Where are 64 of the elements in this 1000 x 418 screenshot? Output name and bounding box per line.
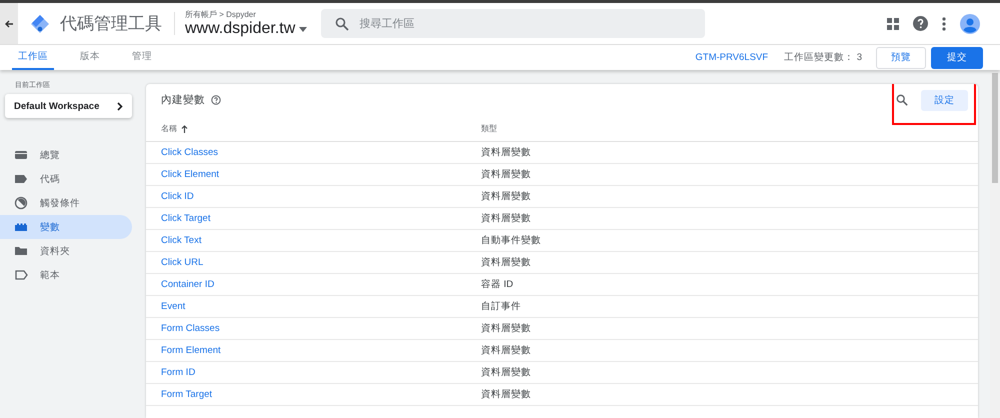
- nav-item[interactable]: 資料夾: [0, 239, 132, 263]
- product-name: 代碼管理工具: [60, 12, 175, 35]
- avatar-icon[interactable]: [960, 14, 980, 34]
- column-header[interactable]: 名稱: [161, 123, 188, 134]
- variable-link[interactable]: Click ID: [161, 191, 194, 202]
- tag-icon: [14, 172, 28, 186]
- workspace-selector[interactable]: Default Workspace: [5, 94, 132, 118]
- breadcrumb: 所有帳戶 > Dspyder: [185, 9, 257, 20]
- column-header: 類型: [481, 124, 497, 133]
- search-icon[interactable]: [896, 94, 908, 106]
- back-button[interactable]: [0, 3, 18, 44]
- caret-icon: [299, 26, 308, 32]
- preview-button[interactable]: 預覽: [876, 46, 926, 68]
- help-icon[interactable]: [913, 16, 928, 31]
- variable-link[interactable]: Click Target: [161, 213, 210, 224]
- variable-link[interactable]: Form Element: [161, 345, 221, 356]
- folder-icon: [14, 244, 28, 258]
- variable-link[interactable]: Click URL: [161, 257, 204, 268]
- search-field[interactable]: 搜尋工作區: [321, 9, 706, 38]
- variable-link[interactable]: Event: [161, 301, 186, 312]
- target-icon: [14, 196, 28, 210]
- more-menu-icon[interactable]: [942, 16, 946, 30]
- table-cell: 資料層變數: [481, 213, 531, 224]
- card-title: 內建變數: [161, 93, 205, 107]
- table-cell: 資料層變數: [481, 169, 531, 180]
- sort-arrow-icon: [181, 124, 188, 132]
- nav-item[interactable]: 代碼: [0, 167, 132, 191]
- table-cell: 資料層變數: [481, 389, 531, 400]
- table-cell: 自訂事件: [481, 301, 521, 312]
- table-cell: 資料層變數: [481, 345, 531, 356]
- variable-link[interactable]: Form Target: [161, 389, 212, 400]
- tab[interactable]: 工作區: [12, 45, 54, 70]
- apps-grid-icon[interactable]: [887, 18, 899, 30]
- nav-item[interactable]: 總覽: [0, 143, 132, 167]
- table-cell: 資料層變數: [481, 323, 531, 334]
- tag-outline-icon: [14, 268, 28, 282]
- variable-link[interactable]: Form Classes: [161, 323, 220, 334]
- tab[interactable]: 版本: [74, 45, 106, 70]
- container-id[interactable]: GTM-PRV6LSVF: [695, 52, 768, 63]
- table-cell: 資料層變數: [481, 367, 531, 378]
- submit-button[interactable]: 提交: [931, 46, 983, 68]
- logo-icon: [30, 14, 50, 34]
- table-cell: 自動事件變數: [481, 235, 541, 246]
- back-arrow-icon: [4, 18, 14, 28]
- scrollbar-thumb[interactable]: [992, 73, 998, 183]
- workspace-changes: 工作區變更數： 3: [784, 51, 862, 64]
- configure-button[interactable]: 設定: [921, 90, 968, 110]
- nav-item[interactable]: 範本: [0, 263, 132, 287]
- table-cell: 容器 ID: [481, 279, 514, 290]
- nav-item[interactable]: 觸發條件: [0, 191, 132, 215]
- nav-item[interactable]: 變數: [0, 215, 132, 239]
- variable-link[interactable]: Click Text: [161, 235, 202, 246]
- container-selector[interactable]: www.dspider.tw: [185, 20, 308, 38]
- briefcase-icon: [14, 148, 28, 162]
- variable-link[interactable]: Container ID: [161, 279, 214, 290]
- variable-link[interactable]: Click Classes: [161, 147, 218, 158]
- variable-link[interactable]: Click Element: [161, 169, 220, 180]
- table-cell: 資料層變數: [481, 257, 531, 268]
- tab[interactable]: 管理: [126, 45, 158, 70]
- variable-link[interactable]: Form ID: [161, 367, 196, 378]
- table-cell: 資料層變數: [481, 191, 531, 202]
- table-cell: 資料層變數: [481, 147, 531, 158]
- help-icon[interactable]: [211, 95, 221, 105]
- chevron-right-icon: [117, 102, 123, 110]
